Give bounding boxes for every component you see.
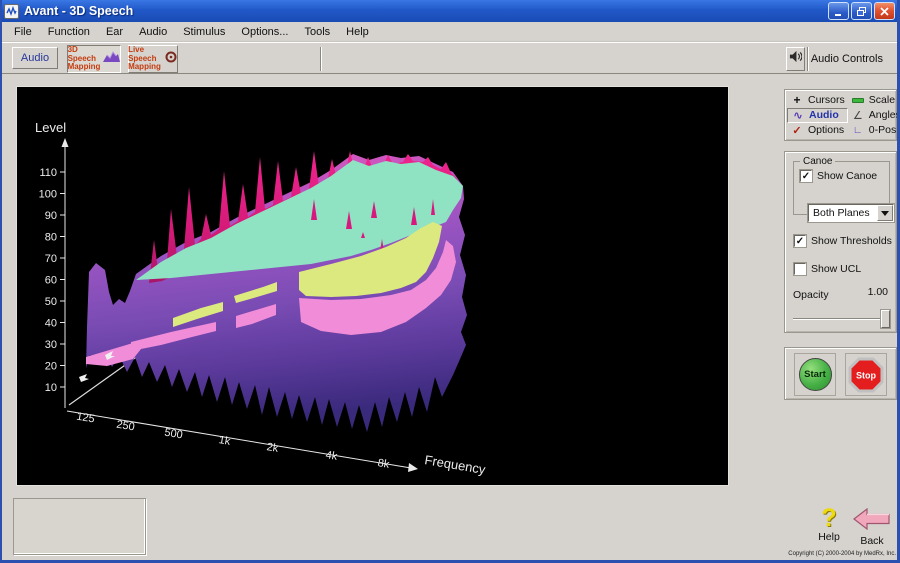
speech-map-3d-svg[interactable]: 110 100 90 80 70 60 50 40 30 20 10 Level 125 250 500 1k… — [17, 87, 728, 485]
canoe-fieldset: Canoe ✓ Show Canoe Both Planes — [793, 161, 890, 215]
frequency-axis-arrow — [408, 463, 418, 472]
level-tick-label: 30 — [45, 339, 57, 351]
opacity-value: 1.00 — [868, 286, 888, 298]
close-button[interactable] — [874, 2, 895, 20]
toggle-options[interactable]: ✓ Options — [787, 123, 848, 137]
menu-ear[interactable]: Ear — [98, 24, 131, 40]
frequency-tick-label: 4k — [325, 449, 339, 463]
wave-icon: ∿ — [791, 109, 805, 122]
level-tick-label: 40 — [45, 318, 57, 330]
checkbox[interactable]: ✓ — [800, 170, 812, 182]
red-check-icon: ✓ — [790, 124, 804, 137]
show-ucl-checkbox[interactable]: Show UCL — [794, 263, 861, 275]
level-tick-label: 50 — [45, 296, 57, 308]
back-button[interactable]: Back — [852, 508, 892, 547]
opacity-label: Opacity — [793, 289, 829, 301]
back-arrow-icon — [853, 508, 891, 530]
show-thresholds-checkbox[interactable]: ✓ Show Thresholds — [794, 235, 892, 247]
live-map-icon — [164, 50, 178, 69]
frequency-axis-title: Frequency — [424, 452, 488, 477]
cursor-marker-b — [79, 374, 89, 382]
stop-button-cell: Stop — [845, 353, 887, 396]
slider-track[interactable] — [793, 318, 890, 320]
display-options-group: Canoe ✓ Show Canoe Both Planes ✓ Show Th… — [784, 151, 897, 333]
level-tick-label: 110 — [39, 167, 57, 179]
title-bar: Avant - 3D Speech — [0, 0, 900, 22]
slider-thumb[interactable] — [881, 310, 890, 328]
start-stop-group: Start Stop — [784, 347, 897, 400]
app-icon — [4, 4, 19, 19]
show-canoe-checkbox[interactable]: ✓ Show Canoe — [800, 170, 877, 182]
start-button[interactable]: Start — [799, 358, 832, 391]
audio-controls-button[interactable]: Audio Controls — [786, 48, 883, 70]
menu-audio[interactable]: Audio — [131, 24, 175, 40]
angle-icon: ∠ — [851, 109, 865, 122]
level-axis-arrow — [62, 138, 69, 147]
3d-map-icon — [103, 50, 120, 68]
menu-options[interactable]: Options... — [233, 24, 296, 40]
app-window: Avant - 3D Speech File Function Ear Audi… — [0, 0, 900, 563]
menu-help[interactable]: Help — [338, 24, 377, 40]
audio-button[interactable]: Audio — [12, 47, 58, 69]
frequency-tick-label: 8k — [377, 457, 391, 471]
frequency-tick-label: 2k — [266, 441, 280, 455]
window-border-left — [0, 0, 2, 563]
toolbar-separator — [320, 47, 322, 71]
restore-button[interactable] — [851, 2, 872, 20]
level-tick-label: 10 — [45, 382, 57, 394]
view-toggle-group: + Cursors Scale ∿ Audio ∠ Angles ✓ Optio… — [784, 89, 897, 141]
menu-file[interactable]: File — [6, 24, 40, 40]
toolbar: Audio 3D Speech Mapping Live Speech Mapp… — [2, 42, 897, 74]
zero-pos-icon: ∟ — [851, 125, 865, 136]
level-axis-title: Level — [35, 120, 66, 135]
toggle-0-pos[interactable]: ∟ 0-Pos — [848, 123, 900, 137]
help-question-icon: ? — [812, 505, 846, 531]
stop-button[interactable]: Stop — [847, 356, 885, 394]
frequency-tick-label: 1k — [218, 434, 232, 448]
3d-speech-mapping-button[interactable]: 3D Speech Mapping — [67, 45, 121, 73]
menu-tools[interactable]: Tools — [296, 24, 338, 40]
start-button-cell: Start — [794, 353, 836, 396]
level-tick-label: 100 — [39, 189, 57, 201]
window-title: Avant - 3D Speech — [24, 4, 133, 18]
menu-stimulus[interactable]: Stimulus — [175, 24, 233, 40]
toggle-audio[interactable]: ∿ Audio — [787, 108, 848, 124]
toggle-cursors[interactable]: + Cursors — [787, 93, 848, 108]
toggle-angles[interactable]: ∠ Angles — [848, 108, 900, 124]
chevron-down-icon[interactable] — [877, 205, 893, 221]
menu-bar: File Function Ear Audio Stimulus Options… — [2, 22, 897, 42]
speech-map-3d-chart[interactable]: 110 100 90 80 70 60 50 40 30 20 10 Level 125 250 500 1k… — [16, 86, 729, 486]
copyright-text: Copyright (C) 2000-2004 by MedRx, Inc. — [788, 551, 896, 557]
green-bar-icon — [851, 94, 865, 106]
speaker-icon — [786, 47, 805, 71]
level-tick-label: 80 — [45, 232, 57, 244]
planes-select[interactable]: Both Planes — [808, 204, 894, 222]
level-tick-label: 20 — [45, 361, 57, 373]
checkbox[interactable]: ✓ — [794, 235, 806, 247]
opacity-slider[interactable] — [793, 310, 890, 328]
checkbox[interactable] — [794, 263, 806, 275]
frequency-tick-label: 125 — [75, 411, 95, 426]
live-speech-mapping-button[interactable]: Live Speech Mapping — [128, 45, 178, 73]
level-tick-label: 90 — [45, 210, 57, 222]
svg-text:Stop: Stop — [856, 370, 876, 380]
frequency-tick-label: 250 — [115, 419, 135, 434]
help-button[interactable]: ? Help — [812, 505, 846, 543]
status-box — [13, 498, 146, 555]
minimize-button[interactable] — [828, 2, 849, 20]
toggle-scale[interactable]: Scale — [848, 93, 900, 108]
level-tick-label: 60 — [45, 275, 57, 287]
plus-icon: + — [790, 93, 804, 107]
level-tick-label: 70 — [45, 253, 57, 265]
frequency-tick-label: 500 — [163, 427, 183, 442]
menu-function[interactable]: Function — [40, 24, 98, 40]
